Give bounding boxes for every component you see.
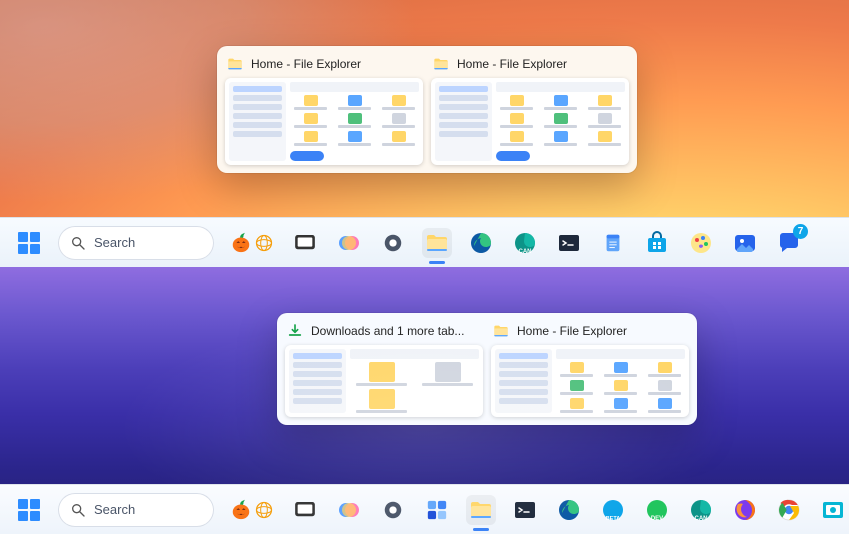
firefox-icon (733, 498, 757, 522)
edge-canary-icon (513, 231, 537, 255)
copilot-icon (337, 231, 361, 255)
taskbar: Search 7 (0, 217, 849, 267)
terminal-icon (557, 231, 581, 255)
chrome-icon (777, 498, 801, 522)
store-icon (645, 231, 669, 255)
web-icon (254, 500, 274, 520)
edge-button[interactable] (554, 495, 584, 525)
preview-thumb[interactable] (285, 345, 483, 417)
pumpkin-icon (230, 232, 252, 254)
preview-thumb[interactable] (431, 78, 629, 165)
screenshot-icon (821, 498, 845, 522)
file-explorer-button[interactable] (466, 495, 496, 525)
terminal-button[interactable] (510, 495, 540, 525)
preview-header: Downloads and 1 more tab... (285, 321, 483, 345)
task-view-icon (294, 499, 316, 521)
gear-icon (382, 232, 404, 254)
search-icon (70, 235, 86, 251)
edge-canary-button[interactable] (686, 495, 716, 525)
task-view-button[interactable] (290, 228, 320, 258)
screenshot-button[interactable] (818, 495, 848, 525)
edge-canary-icon (689, 498, 713, 522)
preview-tile[interactable]: Home - File Explorer (225, 54, 423, 165)
copilot-button[interactable] (334, 495, 364, 525)
start-button[interactable] (14, 228, 44, 258)
window-preview-panel: Home - File Explorer (217, 46, 637, 173)
folder-icon (425, 231, 449, 255)
windows-icon (17, 498, 41, 522)
paint-button[interactable] (686, 228, 716, 258)
edge-beta-button[interactable] (598, 495, 628, 525)
gear-icon (382, 499, 404, 521)
search-placeholder: Search (94, 235, 135, 250)
web-icon (254, 233, 274, 253)
photos-icon (733, 231, 757, 255)
search-placeholder: Search (94, 502, 135, 517)
notification-badge: 7 (793, 224, 808, 239)
search-box[interactable]: Search (58, 493, 214, 527)
firefox-button[interactable] (730, 495, 760, 525)
task-view-icon (294, 232, 316, 254)
widgets-icon (426, 499, 448, 521)
terminal-icon (513, 498, 537, 522)
preview-thumb[interactable] (491, 345, 689, 417)
terminal-button[interactable] (554, 228, 584, 258)
chrome-button[interactable] (774, 495, 804, 525)
search-highlight[interactable] (228, 495, 276, 525)
preview-tile[interactable]: Home - File Explorer (491, 321, 689, 417)
preview-header: Home - File Explorer (225, 54, 423, 78)
copilot-icon (337, 498, 361, 522)
task-view-button[interactable] (290, 495, 320, 525)
notepad-button[interactable] (598, 228, 628, 258)
edge-icon (469, 231, 493, 255)
edge-canary-button[interactable] (510, 228, 540, 258)
photos-button[interactable] (730, 228, 760, 258)
copilot-button[interactable] (334, 228, 364, 258)
edge-dev-icon (645, 498, 669, 522)
start-button[interactable] (14, 495, 44, 525)
edge-beta-icon (601, 498, 625, 522)
chat-button[interactable]: 7 (774, 228, 804, 258)
search-highlight[interactable] (228, 228, 276, 258)
folder-icon (433, 56, 449, 72)
windows-icon (17, 231, 41, 255)
folder-icon (469, 498, 493, 522)
preview-title: Home - File Explorer (457, 57, 567, 71)
preview-thumb[interactable] (225, 78, 423, 165)
edge-dev-button[interactable] (642, 495, 672, 525)
store-button[interactable] (642, 228, 672, 258)
preview-title: Home - File Explorer (251, 57, 361, 71)
scene-top: Home - File Explorer (0, 0, 849, 267)
file-explorer-button[interactable] (422, 228, 452, 258)
search-icon (70, 502, 86, 518)
edge-button[interactable] (466, 228, 496, 258)
preview-header: Home - File Explorer (431, 54, 629, 78)
preview-tile[interactable]: Home - File Explorer (431, 54, 629, 165)
search-box[interactable]: Search (58, 226, 214, 260)
window-preview-panel: Downloads and 1 more tab... Home (277, 313, 697, 425)
settings-button[interactable] (378, 495, 408, 525)
download-icon (287, 323, 303, 339)
paint-icon (689, 231, 713, 255)
scene-bottom: Downloads and 1 more tab... Home (0, 267, 849, 534)
preview-title: Home - File Explorer (517, 324, 627, 338)
folder-icon (227, 56, 243, 72)
taskbar: Search (0, 484, 849, 534)
pumpkin-icon (230, 499, 252, 521)
edge-icon (557, 498, 581, 522)
notepad-icon (602, 232, 624, 254)
settings-button[interactable] (378, 228, 408, 258)
preview-tile[interactable]: Downloads and 1 more tab... (285, 321, 483, 417)
preview-title: Downloads and 1 more tab... (311, 324, 464, 338)
preview-header: Home - File Explorer (491, 321, 689, 345)
widgets-button[interactable] (422, 495, 452, 525)
folder-icon (493, 323, 509, 339)
